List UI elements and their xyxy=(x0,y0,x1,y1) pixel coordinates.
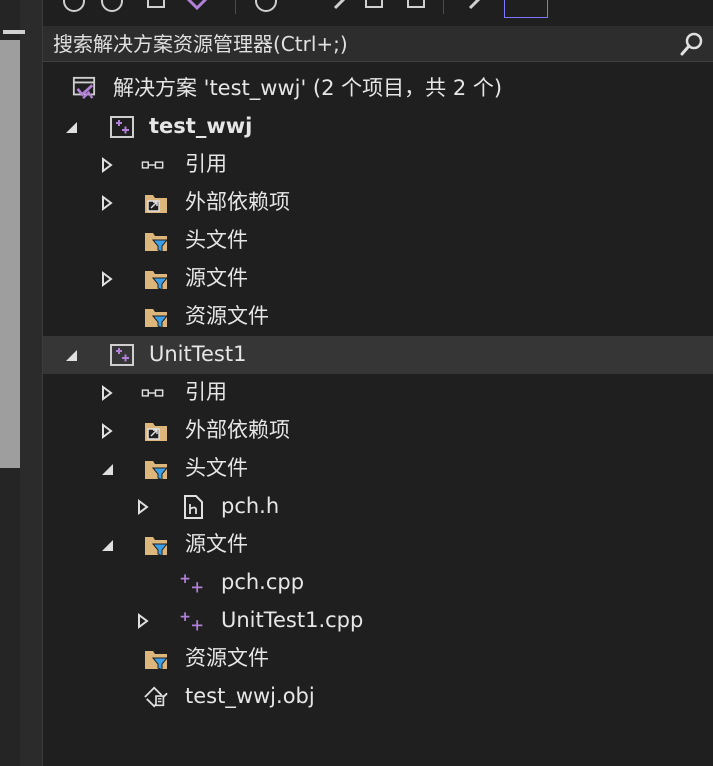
external-deps-folder-icon xyxy=(145,195,167,213)
expanded-chevron-icon[interactable] xyxy=(63,119,79,135)
tree-row-references[interactable]: 引用 xyxy=(43,146,713,184)
home-icon[interactable] xyxy=(147,0,165,8)
filter-folder-icon xyxy=(145,461,169,481)
external-deps-folder-icon xyxy=(145,423,167,441)
tree-row-project-unittest1[interactable]: UnitTest1 xyxy=(43,336,713,374)
back-icon[interactable] xyxy=(63,0,85,12)
file-label: test_wwj.obj xyxy=(185,684,315,708)
tree-row-source-files[interactable]: 源文件 xyxy=(43,526,713,564)
filter-folder-icon xyxy=(145,271,169,291)
scroll-up-arrow-icon[interactable] xyxy=(3,30,25,34)
filter-folder-icon xyxy=(145,537,169,557)
search-icon[interactable] xyxy=(679,31,705,57)
tree-row-resource-files[interactable]: 资源文件 xyxy=(43,640,713,678)
toolbar xyxy=(43,0,713,20)
show-all-files-icon[interactable] xyxy=(407,0,425,8)
preview-toggle-button[interactable] xyxy=(504,0,548,18)
header-file-icon xyxy=(184,495,203,519)
filter-folder-icon xyxy=(145,651,169,671)
tree-row-solution[interactable]: 解决方案 'test_wwj' (2 个项目，共 2 个) xyxy=(43,70,713,108)
resource-files-label: 资源文件 xyxy=(185,646,269,670)
arrow-icon[interactable] xyxy=(333,0,353,10)
filter-folder-icon xyxy=(145,233,169,253)
tree-row-header-files[interactable]: 头文件 xyxy=(43,222,713,260)
toolbar-separator xyxy=(443,0,444,14)
external-deps-label: 外部依赖项 xyxy=(185,418,290,442)
solution-icon xyxy=(72,76,96,99)
file-label: UnitTest1.cpp xyxy=(221,608,364,632)
forward-icon[interactable] xyxy=(101,0,123,12)
source-files-label: 源文件 xyxy=(185,532,248,556)
tree-row-external-deps[interactable]: 外部依赖项 xyxy=(43,412,713,450)
collapsed-chevron-icon[interactable] xyxy=(99,157,115,173)
collapsed-chevron-icon[interactable] xyxy=(99,195,115,211)
search-input[interactable] xyxy=(43,26,663,61)
tree-row-resource-files[interactable]: 资源文件 xyxy=(43,298,713,336)
tree-row-project-test-wwj[interactable]: test_wwj xyxy=(43,108,713,146)
tree-row-pch-h[interactable]: pch.h xyxy=(43,488,713,526)
tree-row-unittest1-cpp[interactable]: UnitTest1.cpp xyxy=(43,602,713,640)
resource-files-label: 资源文件 xyxy=(185,304,269,328)
references-label: 引用 xyxy=(185,152,227,176)
collapsed-chevron-icon[interactable] xyxy=(99,423,115,439)
expanded-chevron-icon[interactable] xyxy=(99,537,115,553)
project-label: UnitTest1 xyxy=(149,342,247,366)
expanded-chevron-icon[interactable] xyxy=(63,347,79,363)
search-bar xyxy=(43,26,713,62)
object-file-icon xyxy=(144,686,168,708)
expanded-chevron-icon[interactable] xyxy=(99,461,115,477)
file-label: pch.h xyxy=(221,494,280,518)
cpp-test-project-icon xyxy=(110,344,134,366)
header-files-label: 头文件 xyxy=(185,456,248,480)
tree-row-pch-cpp[interactable]: pch.cpp xyxy=(43,564,713,602)
collapsed-chevron-icon[interactable] xyxy=(99,271,115,287)
collapsed-chevron-icon[interactable] xyxy=(135,613,151,629)
project-label: test_wwj xyxy=(149,114,253,138)
tree-row-obj-file[interactable]: test_wwj.obj xyxy=(43,678,713,716)
header-files-label: 头文件 xyxy=(185,228,248,252)
filter-folder-icon xyxy=(145,309,169,329)
cpp-file-icon xyxy=(180,612,203,631)
solution-switch-icon[interactable] xyxy=(183,0,217,10)
collapse-all-icon[interactable] xyxy=(365,0,383,8)
solution-label: 解决方案 'test_wwj' (2 个项目，共 2 个) xyxy=(113,76,503,100)
tree-row-references[interactable]: 引用 xyxy=(43,374,713,412)
toolbar-separator xyxy=(235,0,236,14)
tree-row-header-files[interactable]: 头文件 xyxy=(43,450,713,488)
left-scrollbar-thumb[interactable] xyxy=(0,40,20,468)
collapsed-chevron-icon[interactable] xyxy=(135,499,151,515)
properties-icon[interactable] xyxy=(467,0,487,10)
references-label: 引用 xyxy=(185,380,227,404)
source-files-label: 源文件 xyxy=(185,266,248,290)
tree-row-source-files[interactable]: 源文件 xyxy=(43,260,713,298)
cpp-file-icon xyxy=(180,574,203,593)
history-icon[interactable] xyxy=(255,0,277,12)
collapsed-chevron-icon[interactable] xyxy=(99,385,115,401)
file-label: pch.cpp xyxy=(221,570,305,594)
references-icon xyxy=(141,389,164,397)
references-icon xyxy=(141,161,164,169)
cpp-project-icon xyxy=(110,116,134,138)
tree-row-external-deps[interactable]: 外部依赖项 xyxy=(43,184,713,222)
external-deps-label: 外部依赖项 xyxy=(185,190,290,214)
